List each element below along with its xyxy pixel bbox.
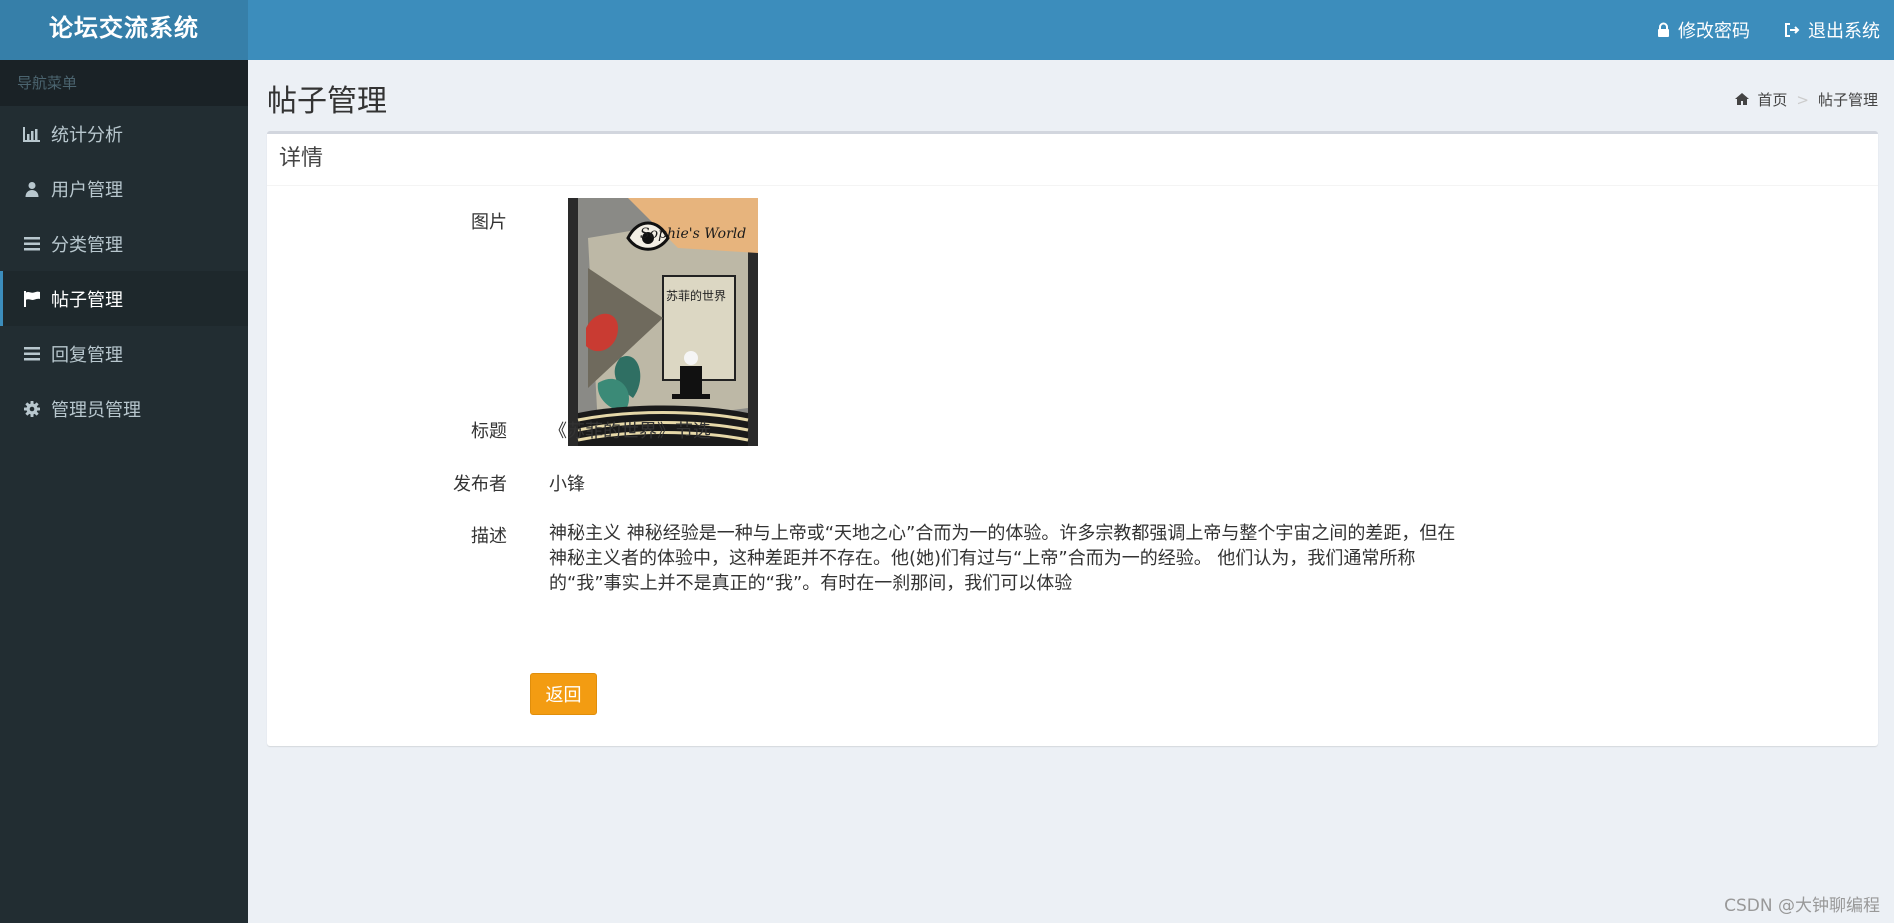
change-password-link[interactable]: 修改密码 [1657, 17, 1750, 43]
sidebar-item-label: 帖子管理 [51, 289, 123, 311]
sidebar-item-label: 统计分析 [51, 124, 123, 146]
sidebar-heading: 导航菜单 [0, 60, 248, 106]
sidebar-item-statistics[interactable]: 统计分析 [0, 106, 248, 161]
author-value: 小锋 [549, 474, 585, 495]
page-title: 帖子管理 [267, 84, 387, 119]
description-value: 神秘主义 神秘经验是一种与上帝或“天地之心”合而为一的体验。许多宗教都强调上帝与… [549, 523, 1456, 594]
book-cover-title-cn: 苏菲的世界 [666, 288, 726, 303]
top-navbar: 论坛交流系统 修改密码 退出系统 [0, 0, 1894, 60]
flag-icon [22, 290, 42, 308]
app-logo[interactable]: 论坛交流系统 [0, 0, 248, 60]
book-cover-title-en: Sophie's World [640, 226, 746, 242]
content-header: 帖子管理 首页 > 帖子管理 [248, 60, 1894, 130]
header-actions: 修改密码 退出系统 [1657, 0, 1880, 60]
detail-box: 详情 图片 Sophie's World 苏菲的世界 标题 《苏菲的世界》节选 … [267, 131, 1878, 746]
breadcrumb-home-label: 首页 [1757, 91, 1788, 109]
breadcrumb: 首页 > 帖子管理 [1735, 89, 1878, 110]
sidebar-item-admins[interactable]: 管理员管理 [0, 381, 248, 436]
post-image: Sophie's World 苏菲的世界 [568, 198, 758, 446]
bar-chart-icon [22, 125, 42, 143]
back-button[interactable]: 返回 [530, 673, 597, 715]
sidebar-item-users[interactable]: 用户管理 [0, 161, 248, 216]
list-icon [22, 345, 42, 363]
sidebar-item-replies[interactable]: 回复管理 [0, 326, 248, 381]
author-label: 发布者 [453, 474, 507, 495]
title-label: 标题 [471, 421, 507, 442]
description-label: 描述 [471, 526, 507, 547]
user-icon [22, 180, 42, 198]
gear-icon [22, 400, 42, 418]
home-icon [1735, 91, 1750, 109]
sidebar-item-label: 用户管理 [51, 179, 123, 201]
watermark: CSDN @大钟聊编程 [1724, 896, 1880, 916]
lock-icon [1657, 22, 1670, 38]
sidebar-item-label: 回复管理 [51, 344, 123, 366]
image-label: 图片 [471, 212, 507, 233]
sidebar-item-label: 管理员管理 [51, 399, 141, 421]
sidebar-item-categories[interactable]: 分类管理 [0, 216, 248, 271]
title-value: 《苏菲的世界》节选 [549, 421, 711, 442]
logout-link[interactable]: 退出系统 [1784, 17, 1880, 43]
list-icon [22, 235, 42, 253]
sidebar: 导航菜单 统计分析 用户管理 分类管理 帖子管理 回复管理 管理员管理 [0, 60, 248, 923]
sidebar-item-label: 分类管理 [51, 234, 123, 256]
breadcrumb-home[interactable]: 首页 [1735, 89, 1787, 110]
breadcrumb-current: 帖子管理 [1817, 91, 1878, 109]
app-window: 论坛交流系统 修改密码 退出系统 导航菜单 统计分析 用户管理 分类管理 帖子管… [0, 0, 1894, 923]
sidebar-item-posts[interactable]: 帖子管理 [0, 271, 248, 326]
box-title: 详情 [267, 134, 1878, 186]
sign-out-icon [1784, 22, 1800, 38]
change-password-label: 修改密码 [1678, 21, 1750, 42]
logout-label: 退出系统 [1808, 21, 1880, 42]
breadcrumb-separator: > [1796, 90, 1809, 109]
